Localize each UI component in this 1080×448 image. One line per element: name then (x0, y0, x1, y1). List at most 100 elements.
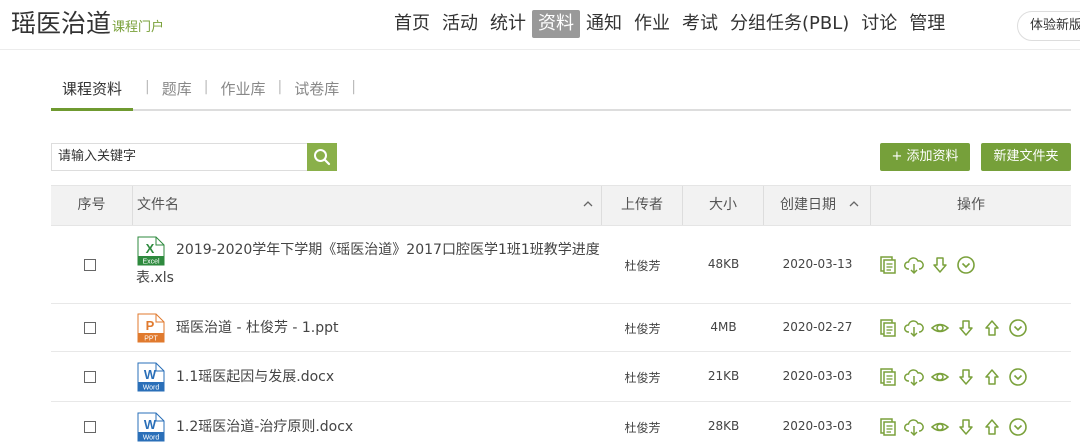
table-row: W Word 1.1瑶医起因与发展.docx 杜俊芳 21KB 2020-03-03 (51, 352, 1071, 402)
row-actions (878, 318, 1034, 338)
cell-size: 48KB (707, 257, 740, 271)
preview-icon[interactable] (930, 367, 950, 387)
file-name-link[interactable]: 1.2瑶医治道-治疗原则.docx (176, 413, 353, 441)
cloud-download-icon[interactable] (904, 367, 924, 387)
excel-file-icon: X Excel (136, 236, 166, 266)
tab-separator: | (277, 79, 283, 95)
file-name-link[interactable]: 1.1瑶医起因与发展.docx (176, 363, 334, 391)
copy-icon[interactable] (878, 417, 898, 437)
tab-course-resources[interactable]: 课程资料 (51, 66, 134, 111)
row-checkbox[interactable] (84, 259, 96, 271)
tab-homework-bank[interactable]: 作业库 (220, 66, 265, 111)
nav-item[interactable]: 作业 (628, 10, 676, 38)
nav-item[interactable]: 活动 (436, 10, 484, 38)
svg-text:W: W (144, 367, 157, 382)
row-actions (878, 417, 1034, 437)
table-row: X Excel 2019-2020学年下学期《瑶医治道》2017口腔医学1班1班教学… (51, 226, 1071, 304)
search-input[interactable]: 请输入关键字 (51, 143, 308, 171)
sort-up-icon[interactable] (849, 199, 859, 209)
file-name-link[interactable]: 瑶医治道 - 杜俊芳 - 1.ppt (176, 314, 339, 342)
cell-size: 28KB (707, 419, 740, 433)
copy-icon[interactable] (878, 318, 898, 338)
more-icon[interactable] (1008, 367, 1028, 387)
tab-question-bank[interactable]: 题库 (162, 66, 192, 111)
cell-uploader: 杜俊芳 (624, 322, 661, 336)
svg-text:Word: Word (143, 384, 160, 391)
table-row: P PPT 瑶医治道 - 杜俊芳 - 1.ppt 杜俊芳 4MB 2020-02-27 (51, 304, 1071, 352)
header-actions: 操作 (957, 197, 985, 213)
file-name-link[interactable]: 2019-2020学年下学期《瑶医治道》2017口腔医学1班1班教学进度 (176, 236, 600, 264)
header-uploader: 上传者 (602, 186, 683, 225)
nav-item[interactable]: 资料 (532, 10, 580, 38)
nav-item[interactable]: 考试 (676, 10, 724, 38)
add-resource-button[interactable]: + 添加资料 (880, 143, 970, 171)
svg-text:X: X (146, 241, 155, 256)
nav-item[interactable]: 管理 (903, 10, 951, 38)
cell-date: 2020-02-27 (782, 320, 853, 334)
upload-icon[interactable] (982, 367, 1002, 387)
cloud-download-icon[interactable] (904, 318, 924, 338)
header-index: 序号 (51, 186, 133, 225)
sort-up-icon[interactable] (583, 199, 593, 209)
cell-date: 2020-03-13 (782, 257, 853, 271)
upload-icon[interactable] (982, 318, 1002, 338)
upload-icon[interactable] (982, 417, 1002, 437)
cell-date: 2020-03-03 (782, 369, 853, 383)
svg-text:W: W (144, 417, 157, 432)
download-icon[interactable] (956, 417, 976, 437)
preview-icon[interactable] (930, 318, 950, 338)
resource-tabs: 课程资料 | 题库 | 作业库 | 试卷库 | (51, 66, 1071, 111)
main-nav: 首页 活动 统计 资料 通知 作业 考试 分组任务(PBL) 讨论 管理 (388, 10, 951, 38)
table-header: 序号 文件名 上传者 大小 创建日期 操作 (51, 185, 1071, 226)
tab-separator: | (203, 79, 209, 95)
file-name-link[interactable]: 表.xls (136, 264, 174, 292)
cell-date: 2020-03-03 (782, 419, 853, 433)
header: 瑶医治道 课程门户 首页 活动 统计 资料 通知 作业 考试 分组任务(PBL) 讨论 管理 体验… (0, 0, 1080, 50)
course-title: 瑶医治道 (11, 9, 112, 38)
cell-size: 21KB (707, 369, 740, 383)
row-checkbox[interactable] (84, 371, 96, 383)
cloud-download-icon[interactable] (904, 255, 924, 275)
copy-icon[interactable] (878, 367, 898, 387)
cell-uploader: 杜俊芳 (624, 371, 661, 385)
search-icon (314, 149, 331, 166)
cell-size: 4MB (710, 320, 737, 334)
ppt-file-icon: P PPT (136, 313, 166, 343)
nav-item[interactable]: 通知 (580, 10, 628, 38)
tab-separator: | (145, 79, 150, 95)
row-actions (878, 255, 982, 275)
header-filename[interactable]: 文件名 (133, 186, 602, 225)
row-actions (878, 367, 1034, 387)
download-icon[interactable] (956, 367, 976, 387)
download-icon[interactable] (930, 255, 950, 275)
nav-item[interactable]: 首页 (388, 10, 436, 38)
tab-exam-bank[interactable]: 试卷库 (294, 66, 339, 111)
download-icon[interactable] (956, 318, 976, 338)
svg-text:PPT: PPT (144, 335, 158, 342)
header-created-date[interactable]: 创建日期 (764, 186, 871, 225)
header-filename-label: 文件名 (137, 197, 179, 213)
nav-item[interactable]: 讨论 (855, 10, 903, 38)
more-icon[interactable] (1008, 417, 1028, 437)
table-row: W Word 1.2瑶医治道-治疗原则.docx 杜俊芳 28KB 2020-03-03 (51, 402, 1071, 448)
preview-icon[interactable] (930, 417, 950, 437)
word-file-icon: W Word (136, 362, 166, 392)
copy-icon[interactable] (878, 255, 898, 275)
more-icon[interactable] (1008, 318, 1028, 338)
search-button[interactable] (307, 143, 337, 171)
cell-uploader: 杜俊芳 (624, 259, 661, 273)
tab-separator: | (351, 79, 356, 95)
nav-item[interactable]: 统计 (484, 10, 532, 38)
brand[interactable]: 瑶医治道 课程门户 (11, 9, 164, 39)
course-portal-label: 课程门户 (112, 20, 165, 35)
more-icon[interactable] (956, 255, 976, 275)
word-file-icon: W Word (136, 412, 166, 442)
experience-new-version-button[interactable]: 体验新版 (1017, 11, 1080, 41)
row-checkbox[interactable] (84, 421, 96, 433)
header-created-date-label: 创建日期 (780, 197, 836, 213)
row-checkbox[interactable] (84, 322, 96, 334)
cloud-download-icon[interactable] (904, 417, 924, 437)
new-folder-button[interactable]: 新建文件夹 (981, 143, 1071, 171)
cell-uploader: 杜俊芳 (624, 421, 661, 435)
nav-item[interactable]: 分组任务(PBL) (724, 10, 855, 38)
